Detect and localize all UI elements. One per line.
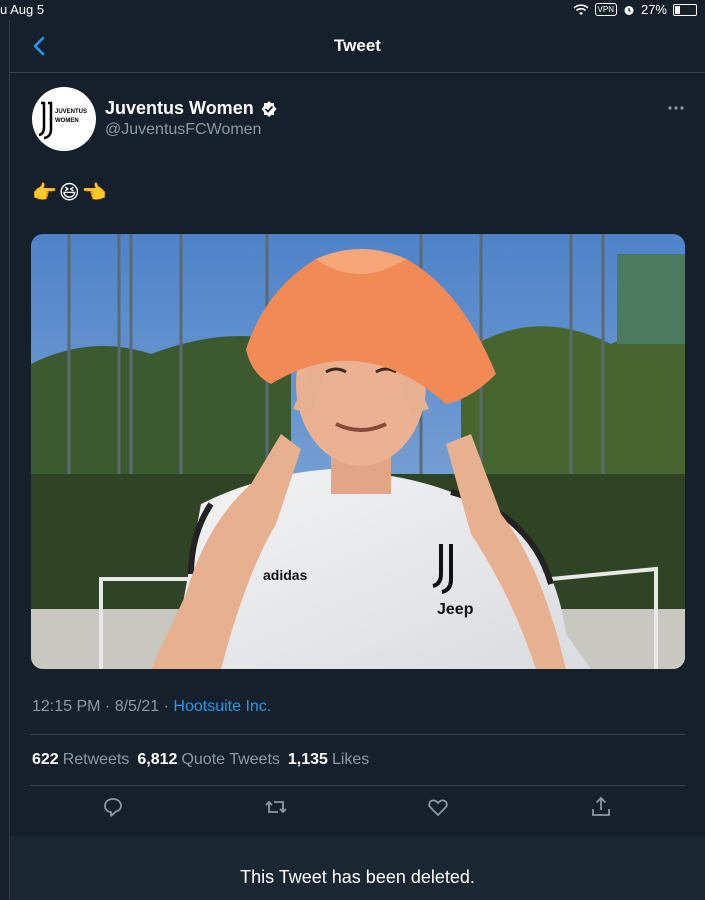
divider <box>30 785 685 786</box>
laughing-emoji: 😆 <box>58 182 80 204</box>
retweets-label: Retweets <box>62 751 130 768</box>
more-horizontal-icon <box>668 106 684 110</box>
deleted-notice-text: This Tweet has been deleted. <box>240 867 475 887</box>
retweet-icon <box>265 800 287 814</box>
player-photo-illustration: adidas Jeep <box>31 234 685 669</box>
vpn-badge: VPN <box>594 3 617 16</box>
retweet-button[interactable] <box>264 795 288 819</box>
tweet-actions <box>30 795 685 825</box>
tweet-time: 12:15 PM <box>32 698 101 715</box>
tweet-date: 8/5/21 <box>114 698 160 715</box>
quote-tweets-label: Quote Tweets <box>181 751 280 768</box>
status-bar: u Aug 5 VPN 27% <box>0 0 705 20</box>
tweet-stats: 622 Retweets 6,812 Quote Tweets 1,135 Likes <box>32 751 369 769</box>
quote-tweets-count: 6,812 <box>137 751 178 768</box>
share-icon <box>592 796 610 816</box>
retweets-stat[interactable]: 622 Retweets <box>32 751 129 769</box>
status-icons: VPN 27% <box>572 2 697 17</box>
share-button[interactable] <box>589 795 613 819</box>
divider <box>30 734 685 735</box>
reply-icon <box>104 798 122 817</box>
retweets-count: 622 <box>32 751 59 768</box>
avatar[interactable]: JUVENTUS WOMEN <box>32 87 96 151</box>
likes-count: 1,135 <box>287 751 328 768</box>
pointing-right-emoji: 👉 <box>32 182 57 204</box>
quote-tweets-stat[interactable]: 6,812 Quote Tweets <box>137 751 279 769</box>
tweet-photo[interactable]: adidas Jeep <box>31 234 685 669</box>
author-name-row[interactable]: Juventus Women <box>105 98 278 119</box>
juventus-logo: JUVENTUS WOMEN <box>38 101 87 140</box>
deleted-notice-bar: This Tweet has been deleted. <box>10 836 705 900</box>
like-button[interactable] <box>426 795 450 819</box>
nav-bar: Tweet <box>10 20 705 73</box>
heart-icon <box>428 799 448 816</box>
more-options-button[interactable] <box>664 98 688 118</box>
verified-badge-icon <box>261 100 277 117</box>
adidas-logo-text: adidas <box>263 567 308 583</box>
split-divider <box>9 20 10 900</box>
avatar-text-line2: WOMEN <box>55 118 79 124</box>
tweet-text: 👉 😆 👈 <box>32 180 107 205</box>
status-date: u Aug 5 <box>0 2 45 17</box>
battery-icon <box>673 3 697 16</box>
jeep-logo-text: Jeep <box>437 601 474 618</box>
tweet-source-link[interactable]: Hootsuite Inc. <box>173 698 271 715</box>
wifi-icon <box>572 3 589 15</box>
likes-stat[interactable]: 1,135 Likes <box>288 751 369 769</box>
avatar-text-line1: JUVENTUS <box>55 109 87 115</box>
reply-button[interactable] <box>101 795 125 819</box>
tweet-meta: 12:15 PM · 8/5/21 · Hootsuite Inc. <box>32 698 272 715</box>
alarm-icon <box>624 5 634 15</box>
likes-label: Likes <box>331 751 370 768</box>
author-name[interactable]: Juventus Women <box>105 98 254 119</box>
page-title: Tweet <box>334 36 381 55</box>
battery-percent: 27% <box>640 2 667 17</box>
author-handle[interactable]: @JuventusFCWomen <box>105 121 261 139</box>
pointing-left-emoji: 👈 <box>81 182 107 204</box>
